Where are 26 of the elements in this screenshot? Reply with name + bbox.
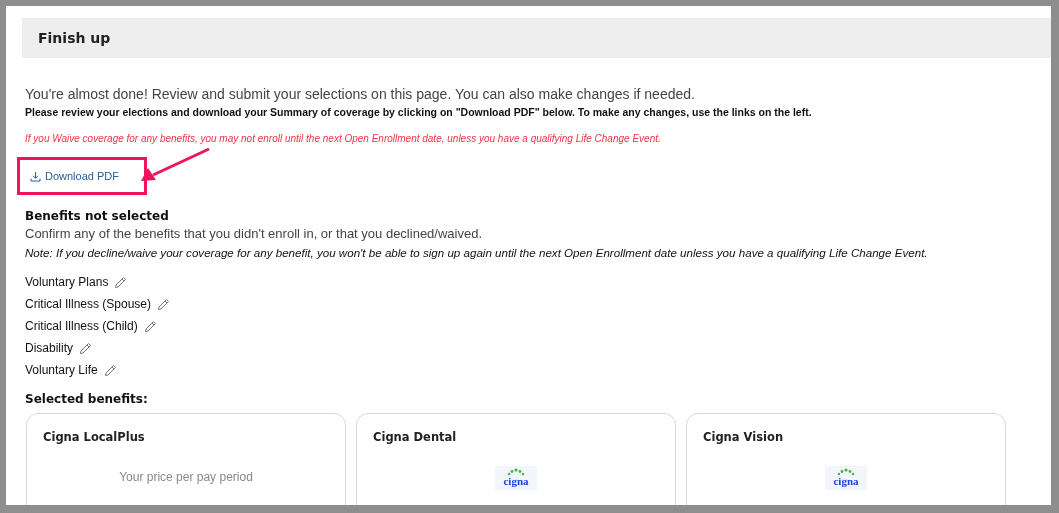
download-icon (30, 170, 41, 182)
section-heading: Benefits not selected (25, 209, 170, 223)
intro-text: You're almost done! Review and submit your selections on this page. You can also make changes if needed. (25, 86, 696, 103)
note-text: Note: If you decline/waive your coverage for any benefit, you won't be able to sign up again until the next Open Enrollment date unless you have a qualifying Life Change Event. (25, 245, 929, 260)
pencil-icon[interactable] (143, 319, 157, 333)
price-label: Your price per pay period (119, 470, 253, 484)
pencil-icon[interactable] (103, 363, 117, 377)
pencil-icon[interactable] (114, 275, 128, 289)
card-title: Cigna Dental (373, 430, 458, 444)
benefit-label: Voluntary Life (25, 362, 98, 378)
cigna-logo: cigna (495, 466, 537, 490)
instructions-text: Please review your elections and download your Summary of coverage by clicking on "Download PDF" below. To make any changes, use the links on the left. (25, 105, 813, 119)
card-title: Cigna Vision (703, 430, 785, 444)
benefit-label: Voluntary Plans (25, 274, 109, 290)
benefit-label: Disability (25, 340, 73, 356)
cigna-logo: cigna (825, 466, 867, 490)
section-heading: Selected benefits: (25, 392, 149, 406)
description-text: Confirm any of the benefits that you didn't enroll in, or that you declined/waived. (25, 226, 484, 242)
benefit-label: Critical Illness (Child) (25, 318, 138, 334)
card-title: Cigna LocalPlus (43, 430, 146, 444)
pencil-icon[interactable] (157, 297, 171, 311)
warning-text: If you Waive coverage for any benefits, you may not enroll until the next Open Enrollment date, unless you have a qualifying Life Change Event. (25, 132, 662, 145)
benefit-label: Critical Illness (Spouse) (25, 296, 152, 312)
section-title: Finish up (38, 30, 111, 46)
download-button[interactable]: Download PDF (30, 170, 119, 182)
pencil-icon[interactable] (79, 341, 92, 355)
